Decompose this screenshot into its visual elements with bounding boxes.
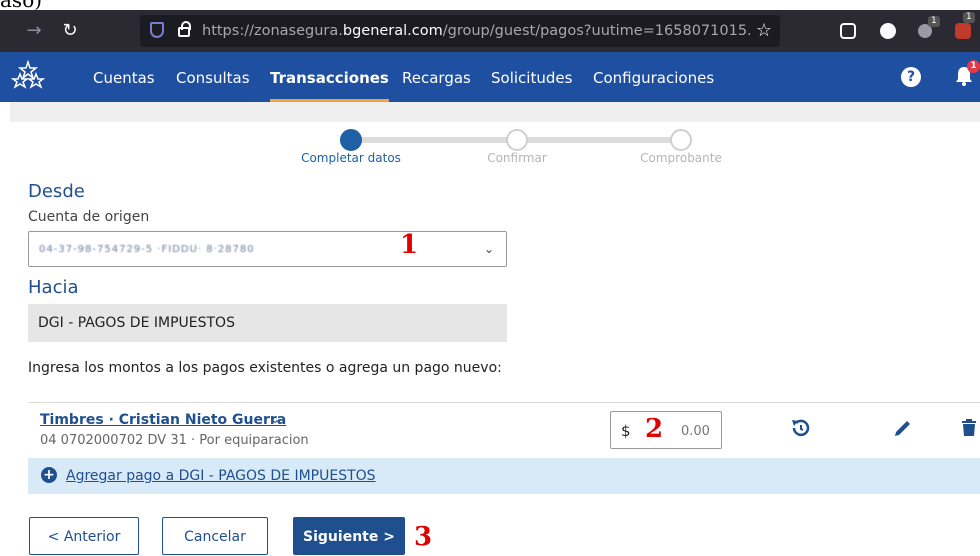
browser-toolbar: → ↻ https://zonasegura.bgeneral.com/grou… bbox=[0, 10, 980, 52]
currency-symbol: $ bbox=[621, 422, 631, 440]
progress-stepper: Completar datos Confirmar Comprobante bbox=[300, 126, 740, 168]
origin-account-select[interactable]: 04-37-98-754729-5 ·FIDDU· 8·28780 ⌄ bbox=[28, 231, 507, 267]
nav-cuentas[interactable]: Cuentas bbox=[93, 52, 155, 102]
delete-trash-icon[interactable] bbox=[958, 417, 980, 439]
amount-field[interactable]: $ bbox=[610, 411, 722, 449]
nav-recargas[interactable]: Recargas bbox=[402, 52, 471, 102]
step-dot-comprobante bbox=[670, 129, 692, 151]
lock-icon[interactable] bbox=[178, 21, 191, 37]
chevron-down-icon: ⌄ bbox=[483, 242, 494, 256]
origin-account-value: 04-37-98-754729-5 ·FIDDU· 8·28780 bbox=[39, 244, 255, 255]
step-dot-confirmar bbox=[506, 129, 528, 151]
nav-configuraciones[interactable]: Configuraciones bbox=[593, 52, 714, 102]
step-label-completar: Completar datos bbox=[301, 151, 401, 165]
previous-button[interactable]: < Anterior bbox=[29, 517, 139, 555]
address-bar[interactable]: https://zonasegura.bgeneral.com/group/gu… bbox=[140, 15, 780, 47]
pocket-icon[interactable] bbox=[840, 23, 856, 39]
instructions-text: Ingresa los montos a los pagos existente… bbox=[28, 360, 502, 376]
nav-solicitudes[interactable]: Solicitudes bbox=[491, 52, 572, 102]
from-heading: Desde bbox=[28, 181, 85, 202]
ublock-badge: 1 bbox=[963, 12, 975, 23]
add-payment-row[interactable]: + Agregar pago a DGI - PAGOS DE IMPUESTO… bbox=[28, 458, 980, 494]
reload-icon[interactable]: ↻ bbox=[60, 10, 80, 52]
help-icon[interactable]: ? bbox=[901, 67, 921, 87]
extension-c-icon[interactable] bbox=[880, 23, 896, 39]
edit-pencil-icon[interactable] bbox=[892, 417, 914, 439]
payment-title-link[interactable]: Timbres · Cristian Nieto Guerra bbox=[40, 412, 286, 428]
ublock-icon[interactable] bbox=[955, 23, 971, 39]
cancel-button[interactable]: Cancelar bbox=[162, 517, 268, 555]
cropped-caption: aso) bbox=[0, 0, 980, 10]
annotation-1: 1 bbox=[400, 230, 419, 260]
step-label-comprobante: Comprobante bbox=[640, 151, 722, 165]
main-navigation: Cuentas Consultas Transacciones Recargas… bbox=[0, 52, 980, 102]
origin-account-label: Cuenta de origen bbox=[28, 209, 150, 225]
amount-input[interactable] bbox=[681, 421, 717, 441]
bookmark-star-icon[interactable]: ☆ bbox=[756, 15, 772, 47]
to-heading: Hacia bbox=[28, 277, 79, 298]
nav-transacciones[interactable]: Transacciones bbox=[270, 52, 389, 102]
destination-field: DGI - PAGOS DE IMPUESTOS bbox=[28, 304, 507, 342]
bank-logo-stars-icon[interactable] bbox=[10, 60, 46, 94]
annotation-3: 3 bbox=[414, 522, 433, 552]
add-payment-link[interactable]: Agregar pago a DGI - PAGOS DE IMPUESTOS bbox=[66, 468, 376, 484]
payment-subtitle: 04 0702000702 DV 31 · Por equiparacion bbox=[40, 433, 309, 448]
notification-badge: 1 bbox=[967, 60, 980, 73]
payment-row: Timbres · Cristian Nieto Guerra ⌄ 04 070… bbox=[28, 402, 980, 458]
nav-consultas[interactable]: Consultas bbox=[176, 52, 250, 102]
extension-badge: 1 bbox=[928, 16, 940, 27]
header-band bbox=[10, 102, 980, 122]
chevron-down-icon[interactable]: ⌄ bbox=[270, 412, 280, 426]
annotation-2: 2 bbox=[645, 414, 664, 444]
url-text[interactable]: https://zonasegura.bgeneral.com/group/gu… bbox=[202, 15, 750, 47]
step-label-confirmar: Confirmar bbox=[487, 151, 547, 165]
tracking-protection-icon[interactable] bbox=[150, 22, 164, 38]
next-button[interactable]: Siguiente > bbox=[293, 517, 405, 555]
step-dot-completar bbox=[340, 129, 362, 151]
forward-icon[interactable]: → bbox=[24, 10, 44, 52]
plus-circle-icon[interactable]: + bbox=[41, 467, 57, 483]
history-icon[interactable] bbox=[790, 417, 812, 439]
